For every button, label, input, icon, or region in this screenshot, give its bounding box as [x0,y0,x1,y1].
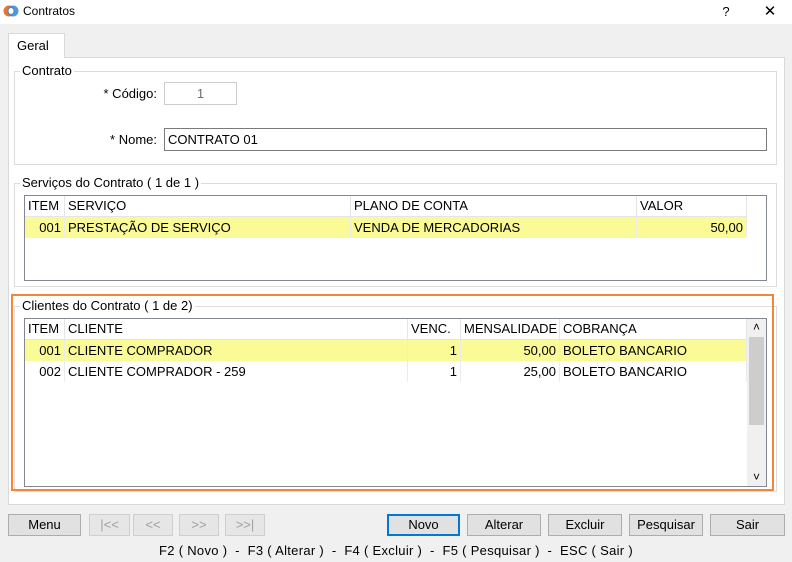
scroll-up-icon[interactable]: ˄ [747,319,766,336]
column-header-item[interactable]: ITEM [25,196,65,217]
cell-mensalidade: 50,00 [461,340,560,361]
cell-cliente: CLIENTE COMPRADOR - 259 [65,361,408,382]
cell-cobranca: BOLETO BANCARIO [560,340,747,361]
alterar-button[interactable]: Alterar [467,514,541,536]
cell-valor: 50,00 [637,217,747,238]
tab-geral[interactable]: Geral [8,33,65,58]
column-header-plano[interactable]: PLANO DE CONTA [351,196,637,217]
clientes-grid[interactable]: ITEM CLIENTE VENC. MENSALIDADE COBRANÇA … [24,318,767,487]
clientes-legend: Clientes do Contrato ( 1 de 2) [20,298,195,313]
servicos-legend: Serviços do Contrato ( 1 de 1 ) [20,175,202,190]
sair-button[interactable]: Sair [710,514,785,536]
pesquisar-button[interactable]: Pesquisar [629,514,703,536]
column-header-servico[interactable]: SERVIÇO [65,196,351,217]
help-button[interactable]: ? [716,2,736,22]
scrollbar-thumb[interactable] [749,337,764,425]
last-record-button[interactable]: >>| [225,514,265,536]
column-header-mensalidade[interactable]: MENSALIDADE [461,319,560,340]
table-row[interactable]: 001 CLIENTE COMPRADOR 1 50,00 BOLETO BAN… [25,340,747,361]
novo-button[interactable]: Novo [387,514,460,536]
nome-field[interactable]: CONTRATO 01 [164,128,767,151]
nome-label: * Nome: [110,132,157,147]
codigo-field: 1 [164,82,237,105]
cell-item: 001 [25,340,65,361]
window-title: Contratos [23,4,76,18]
scroll-down-icon[interactable]: ˅ [747,469,766,486]
column-header-cliente[interactable]: CLIENTE [65,319,408,340]
column-header-item[interactable]: ITEM [25,319,65,340]
table-row[interactable]: 001 PRESTAÇÃO DE SERVIÇO VENDA DE MERCAD… [25,217,747,238]
contrato-legend: Contrato [20,63,74,78]
cell-venc: 1 [408,361,461,382]
cell-mensalidade: 25,00 [461,361,560,382]
cell-cobranca: BOLETO BANCARIO [560,361,747,382]
first-record-button[interactable]: |<< [89,514,130,536]
column-header-valor[interactable]: VALOR [637,196,747,217]
cell-venc: 1 [408,340,461,361]
title-bar: Contratos ? ✕ [0,0,792,24]
excluir-button[interactable]: Excluir [548,514,622,536]
cell-plano: VENDA DE MERCADORIAS [351,217,637,238]
next-record-button[interactable]: >> [179,514,219,536]
cell-item: 002 [25,361,65,382]
vertical-scrollbar[interactable]: ˄ ˅ [747,319,766,486]
servicos-grid[interactable]: ITEM SERVIÇO PLANO DE CONTA VALOR 001 PR… [24,195,767,281]
column-header-cobranca[interactable]: COBRANÇA [560,319,747,340]
app-icon [3,5,19,17]
column-header-venc[interactable]: VENC. [408,319,461,340]
close-button[interactable]: ✕ [758,2,782,22]
cell-item: 001 [25,217,65,238]
menu-button[interactable]: Menu [8,514,81,536]
codigo-label: * Código: [103,86,157,101]
cell-cliente: CLIENTE COMPRADOR [65,340,408,361]
cell-servico: PRESTAÇÃO DE SERVIÇO [65,217,351,238]
shortcut-hints: F2 ( Novo ) - F3 ( Alterar ) - F4 ( Excl… [159,543,633,558]
table-row[interactable]: 002 CLIENTE COMPRADOR - 259 1 25,00 BOLE… [25,361,747,382]
previous-record-button[interactable]: << [133,514,173,536]
